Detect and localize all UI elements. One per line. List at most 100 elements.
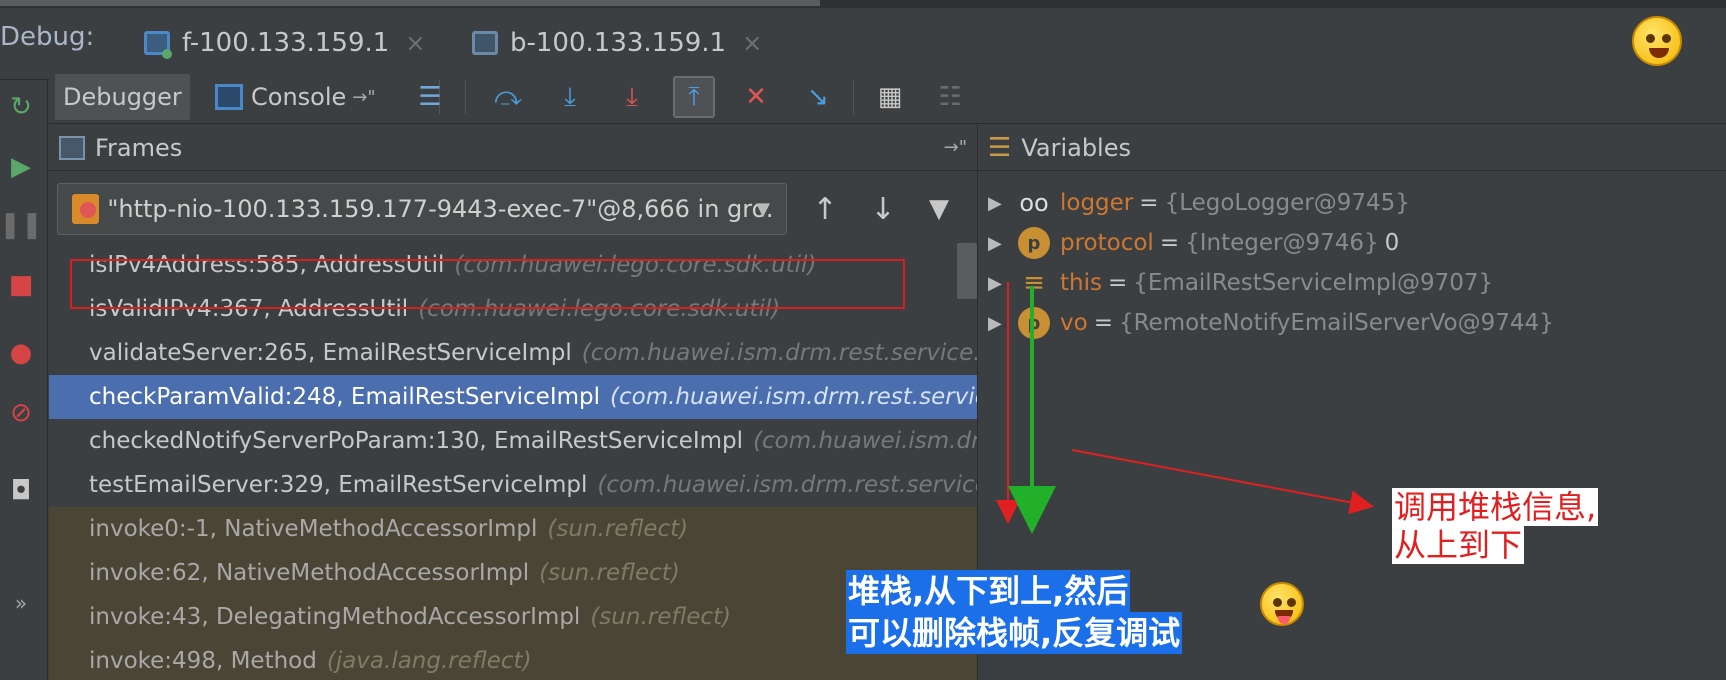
- thread-dropdown[interactable]: "http-nio-100.133.159.177-9443-exec-7"@8…: [57, 183, 787, 235]
- frames-icon: [59, 135, 85, 160]
- variable-name: this: [1060, 270, 1102, 296]
- highlight-box: [70, 259, 905, 309]
- variables-header: ☰ Variables: [978, 125, 1726, 171]
- variable-row-logger[interactable]: ▶ oo logger = {LegoLogger@9745}: [988, 183, 1410, 223]
- frame-package: (sun.reflect): [590, 604, 732, 630]
- frame-method: checkedNotifyServerPoParam:130, EmailRes…: [89, 428, 744, 454]
- variable-name: logger: [1060, 190, 1134, 216]
- frames-scrollbar[interactable]: [957, 243, 977, 299]
- close-icon[interactable]: ×: [405, 29, 425, 57]
- call-stack-annotation-line2: 从上到下: [1392, 526, 1525, 564]
- frame-row[interactable]: invoke0:-1, NativeMethodAccessorImpl (sun…: [49, 507, 977, 551]
- top-strip: [0, 0, 1726, 8]
- variables-title: Variables: [1021, 133, 1131, 162]
- session-tab-b[interactable]: b-100.133.159.1 ×: [470, 14, 762, 72]
- frame-package: (com.huawei.ism.drm.rest.service.fram: [597, 472, 977, 498]
- expand-arrow-icon[interactable]: ▶: [988, 193, 1018, 214]
- chevron-down-icon: ▼: [756, 198, 770, 220]
- tongue-out-emoji-icon: [1260, 582, 1304, 626]
- stack-annotation-line1: 堆栈,从下到上,然后: [846, 570, 1131, 612]
- view-breakpoints-icon[interactable]: ●: [4, 336, 38, 370]
- frame-package: (sun.reflect): [547, 516, 689, 542]
- toolbar-divider: [465, 80, 466, 114]
- frames-title: Frames: [95, 133, 183, 162]
- equals-sign: =: [1159, 230, 1180, 256]
- session-tab-label: b-100.133.159.1: [510, 28, 727, 58]
- evaluate-expression-icon[interactable]: ▦: [869, 76, 911, 118]
- frame-row[interactable]: invoke:43, DelegatingMethodAccessorImpl (…: [49, 595, 977, 639]
- pause-icon[interactable]: ❚❚: [0, 208, 43, 242]
- infinity-icon: oo: [1019, 189, 1049, 217]
- variable-row-vo[interactable]: ▶ p vo = {RemoteNotifyEmailServerVo@9744}: [988, 303, 1554, 343]
- variable-row-protocol[interactable]: ▶ p protocol = {Integer@9746} 0: [988, 223, 1399, 263]
- variable-value: {RemoteNotifyEmailServerVo@9744}: [1118, 310, 1554, 336]
- frame-package: (com.huawei.ism.drm.r: [753, 428, 977, 454]
- console-icon: [215, 84, 243, 110]
- frame-package: (java.lang.reflect): [326, 648, 532, 674]
- drop-frame-icon[interactable]: ✕: [735, 76, 777, 118]
- call-stack-annotation-line1: 调用堆栈信息,: [1392, 488, 1599, 526]
- thread-suspended-icon: [72, 194, 100, 224]
- frame-method: invoke:43, DelegatingMethodAccessorImpl: [89, 604, 581, 630]
- pin-icon[interactable]: →": [352, 87, 375, 108]
- equals-sign: =: [1139, 190, 1159, 216]
- frame-method: checkParamValid:248, EmailRestServiceImp…: [89, 384, 601, 410]
- tab-debugger[interactable]: Debugger: [55, 74, 190, 120]
- pin-icon[interactable]: →": [944, 137, 967, 158]
- tab-debugger-label: Debugger: [63, 83, 182, 111]
- variable-name: vo: [1060, 310, 1088, 336]
- show-execution-point-icon[interactable]: ☰: [409, 76, 451, 118]
- variables-icon: ☰: [988, 132, 1012, 163]
- equals-sign: =: [1093, 310, 1113, 336]
- frame-row[interactable]: testEmailServer:329, EmailRestServiceImp…: [49, 463, 977, 507]
- run-to-cursor-icon[interactable]: ↘: [797, 76, 839, 118]
- frame-method: validateServer:265, EmailRestServiceImpl: [89, 340, 572, 366]
- frame-row[interactable]: checkParamValid:248, EmailRestServiceImp…: [49, 375, 977, 419]
- thread-dropdown-value: "http-nio-100.133.159.177-9443-exec-7"@8…: [107, 195, 772, 223]
- frame-method: invoke:498, Method: [89, 648, 317, 674]
- frame-package: (com.huawei.ism.drm.rest.service.fra: [610, 384, 977, 410]
- step-out-icon[interactable]: ⤒: [673, 76, 715, 118]
- frame-row[interactable]: invoke:498, Method (java.lang.reflect): [49, 639, 977, 680]
- previous-frame-button[interactable]: ↑: [803, 187, 847, 231]
- variable-row-this[interactable]: ▶ ≡ this = {EmailRestServiceImpl@9707}: [988, 263, 1493, 303]
- frame-method: invoke:62, NativeMethodAccessorImpl: [89, 560, 530, 586]
- equals-sign: =: [1107, 270, 1128, 296]
- debug-session-icon: [470, 27, 502, 59]
- stack-annotation: 堆栈,从下到上,然后 可以删除栈帧,反复调试: [846, 570, 1183, 654]
- more-icon[interactable]: »: [4, 586, 38, 620]
- frames-panel: Frames →" "http-nio-100.133.159.177-9443…: [49, 125, 977, 680]
- rerun-icon[interactable]: ↻: [4, 90, 38, 124]
- step-over-icon[interactable]: ⤼: [487, 76, 529, 118]
- frame-row[interactable]: checkedNotifyServerPoParam:130, EmailRes…: [49, 419, 977, 463]
- expand-arrow-icon[interactable]: ▶: [988, 233, 1018, 254]
- session-tab-label: f-100.133.159.1: [182, 28, 390, 58]
- tab-console[interactable]: Console →": [207, 74, 384, 120]
- resume-program-icon[interactable]: ▶: [4, 150, 38, 184]
- filter-icon[interactable]: ▼: [917, 187, 961, 231]
- variable-name: protocol: [1060, 230, 1154, 256]
- camera-icon[interactable]: ◘: [4, 474, 38, 508]
- toolbar-divider: [853, 80, 854, 114]
- scroll-strip: [0, 0, 820, 6]
- variable-value: {Integer@9746}: [1185, 230, 1379, 256]
- frame-row[interactable]: validateServer:265, EmailRestServiceImpl…: [49, 331, 977, 375]
- next-frame-button[interactable]: ↓: [861, 187, 905, 231]
- debugger-toolbar: Debugger Console →" ☰ ⤼ ⤓ ⤓ ⤒ ✕ ↘ ▦ ☷: [49, 70, 1726, 124]
- force-step-into-icon[interactable]: ⤓: [611, 76, 653, 118]
- debug-session-icon: [142, 27, 174, 59]
- frame-row[interactable]: invoke:62, NativeMethodAccessorImpl (sun.…: [49, 551, 977, 595]
- primitive-icon: p: [1018, 227, 1050, 259]
- variable-primitive-value: 0: [1384, 230, 1400, 256]
- step-into-icon[interactable]: ⤓: [549, 76, 591, 118]
- trace-icon[interactable]: ☷: [929, 76, 971, 118]
- expand-arrow-icon[interactable]: ▶: [988, 273, 1018, 294]
- session-tab-f[interactable]: f-100.133.159.1 ×: [142, 14, 425, 72]
- tab-console-label: Console: [251, 83, 347, 111]
- mute-breakpoints-icon[interactable]: ⊘: [4, 396, 38, 430]
- expand-arrow-icon[interactable]: ▶: [988, 313, 1018, 334]
- call-stack-annotation: 调用堆栈信息, 从上到下: [1386, 484, 1686, 568]
- stop-icon[interactable]: ■: [4, 268, 38, 302]
- crying-laughing-emoji-icon: [1632, 16, 1682, 66]
- close-icon[interactable]: ×: [742, 29, 762, 57]
